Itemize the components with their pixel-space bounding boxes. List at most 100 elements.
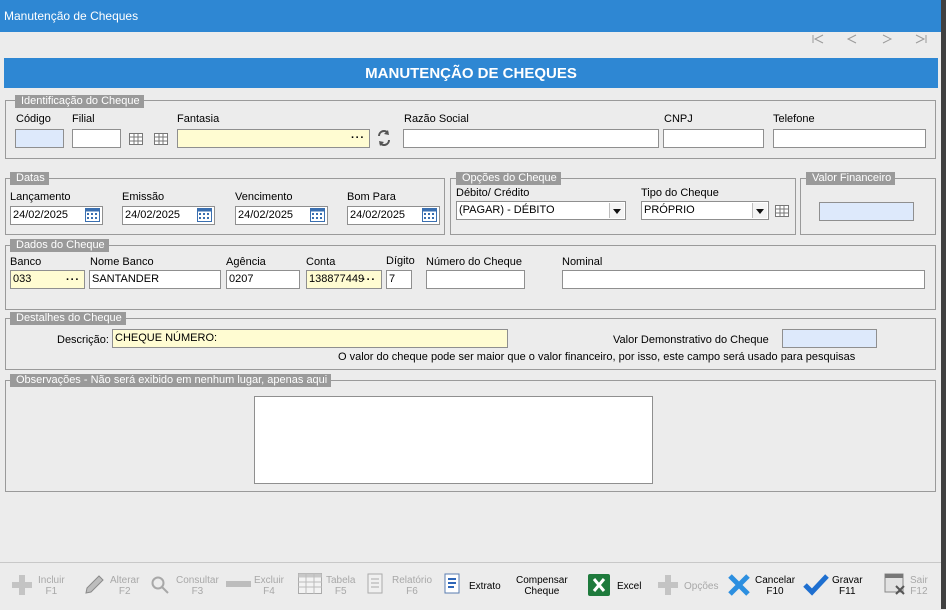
razao-social-label: Razão Social <box>404 113 469 125</box>
incluir-button[interactable]: Incluir F1 <box>8 563 68 609</box>
plus-icon <box>12 575 32 595</box>
legend-identificacao: Identificação do Cheque <box>15 95 144 108</box>
tipo-cheque-label: Tipo do Cheque <box>641 187 719 199</box>
telefone-label: Telefone <box>773 113 815 125</box>
compensar-label: Compensar <box>516 575 568 586</box>
calendar-icon[interactable] <box>85 208 100 222</box>
codigo-label: Código <box>16 113 51 125</box>
incluir-label: Incluir <box>38 575 65 586</box>
telefone-field[interactable] <box>773 129 926 148</box>
numero-cheque-label: Número do Cheque <box>426 256 523 268</box>
cancelar-label: Cancelar <box>755 575 796 586</box>
cnpj-label: CNPJ <box>664 113 693 125</box>
alterar-button[interactable]: Alterar F2 <box>82 563 140 609</box>
excel-label: Excel <box>617 581 642 592</box>
report-icon <box>367 573 383 594</box>
alterar-label: Alterar <box>110 575 140 586</box>
extrato-button[interactable]: Extrato <box>443 563 501 609</box>
calendar-icon[interactable] <box>422 208 437 222</box>
first-record-icon[interactable] <box>810 34 826 50</box>
bompara-label: Bom Para <box>347 191 396 203</box>
fantasia-search-icon[interactable]: ··· <box>351 133 365 144</box>
consultar-button[interactable]: Consultar F3 <box>150 563 219 609</box>
nome-banco-label: Nome Banco <box>90 256 154 268</box>
alterar-key: F2 <box>118 586 131 597</box>
tipo-table-icon[interactable] <box>775 205 789 217</box>
table-icon <box>298 573 322 594</box>
relatorio-key: F6 <box>406 586 418 597</box>
plus-icon <box>658 575 678 595</box>
previous-record-icon[interactable] <box>844 34 860 50</box>
conta-label: Conta <box>306 256 336 268</box>
last-record-icon[interactable] <box>913 34 929 50</box>
agencia-field[interactable]: 0207 <box>226 270 300 289</box>
nominal-label: Nominal <box>562 256 603 268</box>
tabela-button[interactable]: Tabela F5 <box>298 563 356 609</box>
conta-search-icon[interactable]: ··· <box>362 275 376 286</box>
valor-financeiro-field[interactable] <box>819 202 914 221</box>
excluir-button[interactable]: Excluir F4 <box>226 563 286 609</box>
window-edge <box>941 0 946 609</box>
filial-label: Filial <box>72 113 95 125</box>
legend-observacoes: Observações - Não será exibido em nenhum… <box>10 374 332 387</box>
calendar-icon[interactable] <box>310 208 325 222</box>
gravar-button[interactable]: Gravar F11 <box>803 563 863 609</box>
cancelar-key: F10 <box>766 586 784 597</box>
next-record-icon[interactable] <box>879 34 895 50</box>
debito-credito-label: Débito/ Crédito <box>456 187 530 199</box>
opcoes-button[interactable]: Opções <box>654 563 720 609</box>
window-titlebar: Manutenção de Cheques <box>0 0 946 32</box>
valor-hint-text: O valor do cheque pode ser maior que o v… <box>338 351 856 363</box>
excel-button[interactable]: Excel <box>588 563 644 609</box>
excel-icon <box>588 574 610 596</box>
chevron-down-icon[interactable] <box>609 203 624 218</box>
excluir-key: F4 <box>263 586 275 597</box>
sair-button[interactable]: Sair F12 <box>882 563 938 609</box>
debito-credito-select[interactable]: (PAGAR) - DÉBITO <box>456 201 626 220</box>
valor-demonstrativo-label: Valor Demonstrativo do Cheque <box>613 334 769 346</box>
search-icon <box>151 576 169 594</box>
gravar-key: F11 <box>839 586 856 597</box>
legend-valor-financeiro: Valor Financeiro <box>806 172 896 185</box>
digito-field[interactable]: 7 <box>386 270 412 289</box>
relatorio-button[interactable]: Relatório F6 <box>366 563 432 609</box>
lancamento-label: Lançamento <box>10 191 71 203</box>
tipo-cheque-select[interactable]: PRÓPRIO <box>641 201 769 220</box>
valor-demonstrativo-field[interactable] <box>782 329 877 348</box>
razao-social-field[interactable] <box>403 129 659 148</box>
banco-label: Banco <box>10 256 42 268</box>
exit-icon <box>884 573 905 595</box>
sair-label: Sair <box>910 575 928 586</box>
calendar-icon[interactable] <box>197 208 212 222</box>
observacoes-textarea[interactable] <box>254 396 653 484</box>
pencil-icon <box>85 575 104 594</box>
page-title: MANUTENÇÃO DE CHEQUES <box>4 58 938 88</box>
fantasia-field[interactable] <box>177 129 370 148</box>
extrato-label: Extrato <box>469 581 501 592</box>
filial-field[interactable] <box>72 129 121 148</box>
refresh-icon[interactable] <box>376 129 392 147</box>
banco-search-icon[interactable]: ··· <box>66 275 80 286</box>
codigo-field[interactable] <box>15 129 64 148</box>
numero-cheque-field[interactable] <box>426 270 525 289</box>
descricao-label: Descrição: <box>57 334 109 346</box>
agencia-label: Agência <box>226 256 266 268</box>
consultar-key: F3 <box>191 586 204 597</box>
consultar-label: Consultar <box>176 575 219 586</box>
minus-icon <box>226 581 251 587</box>
chevron-down-icon[interactable] <box>752 203 767 218</box>
digito-label: Dígito <box>386 255 415 267</box>
fantasia-table-icon[interactable] <box>154 133 168 145</box>
record-navigation <box>0 32 941 56</box>
sair-key: F12 <box>910 586 928 597</box>
cancelar-button[interactable]: Cancelar F10 <box>727 563 797 609</box>
descricao-field[interactable]: CHEQUE NÚMERO: <box>112 329 508 348</box>
tipo-cheque-value: PRÓPRIO <box>644 204 695 216</box>
compensar-cheque-button[interactable]: Compensar Cheque <box>510 563 574 609</box>
relatorio-label: Relatório <box>392 575 433 586</box>
filial-table-icon[interactable] <box>129 133 143 145</box>
statement-icon <box>444 573 460 594</box>
cnpj-field[interactable] <box>663 129 764 148</box>
nome-banco-field[interactable]: SANTANDER <box>89 270 221 289</box>
nominal-field[interactable] <box>562 270 925 289</box>
